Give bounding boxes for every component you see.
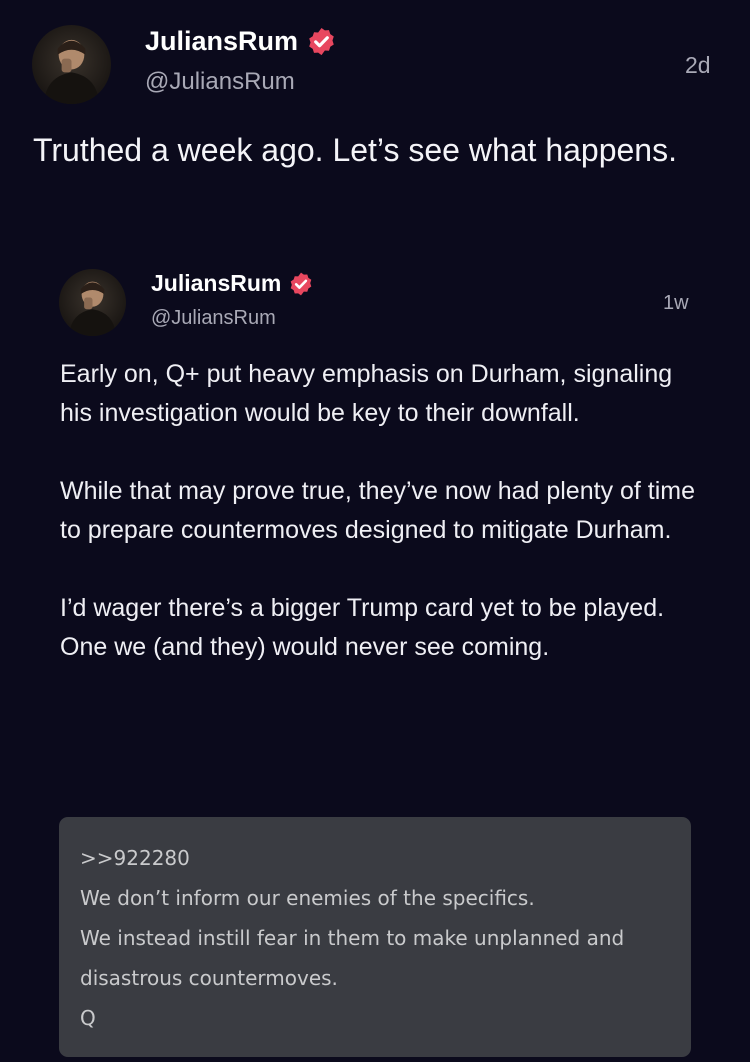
image-text-line: We instead instill fear in them to make … <box>80 926 625 950</box>
post-text: Truthed a week ago. Let’s see what happe… <box>33 132 677 168</box>
image-text-line: Q <box>80 1006 96 1030</box>
quoted-author-handle[interactable]: @JuliansRum <box>151 307 276 330</box>
quoted-author-display-name[interactable]: JuliansRum <box>151 270 314 297</box>
post-timestamp[interactable]: 2d <box>685 52 711 79</box>
author-name-text[interactable]: JuliansRum <box>145 26 298 57</box>
author-display-name[interactable]: JuliansRum <box>145 26 337 57</box>
attached-image[interactable]: >>922280 We don’t inform our enemies of … <box>59 817 691 1057</box>
verified-badge-icon <box>288 271 314 297</box>
quoted-author-avatar[interactable] <box>59 269 126 336</box>
quoted-paragraph: Early on, Q+ put heavy emphasis on Durha… <box>60 360 673 427</box>
person-avatar-icon <box>69 281 116 336</box>
quoted-author-name-text[interactable]: JuliansRum <box>151 270 281 297</box>
quoted-post-timestamp[interactable]: 1w <box>663 292 689 315</box>
quoted-paragraph: While that may prove true, they’ve now h… <box>60 477 696 544</box>
verified-badge-icon <box>306 26 337 57</box>
image-text-line: We don’t inform our enemies of the speci… <box>80 886 535 910</box>
author-handle[interactable]: @JuliansRum <box>145 68 295 96</box>
truth-post-page: JuliansRum @JuliansRum 2d Truthed a week… <box>0 0 750 1062</box>
image-text-line: >>922280 <box>80 846 190 870</box>
image-text-line: disastrous countermoves. <box>80 966 338 990</box>
quoted-post-body[interactable]: Early on, Q+ put heavy emphasis on Durha… <box>60 355 710 667</box>
person-avatar-icon <box>43 39 100 104</box>
author-avatar[interactable] <box>32 25 111 104</box>
quoted-paragraph: I’d wager there’s a bigger Trump card ye… <box>60 594 665 661</box>
